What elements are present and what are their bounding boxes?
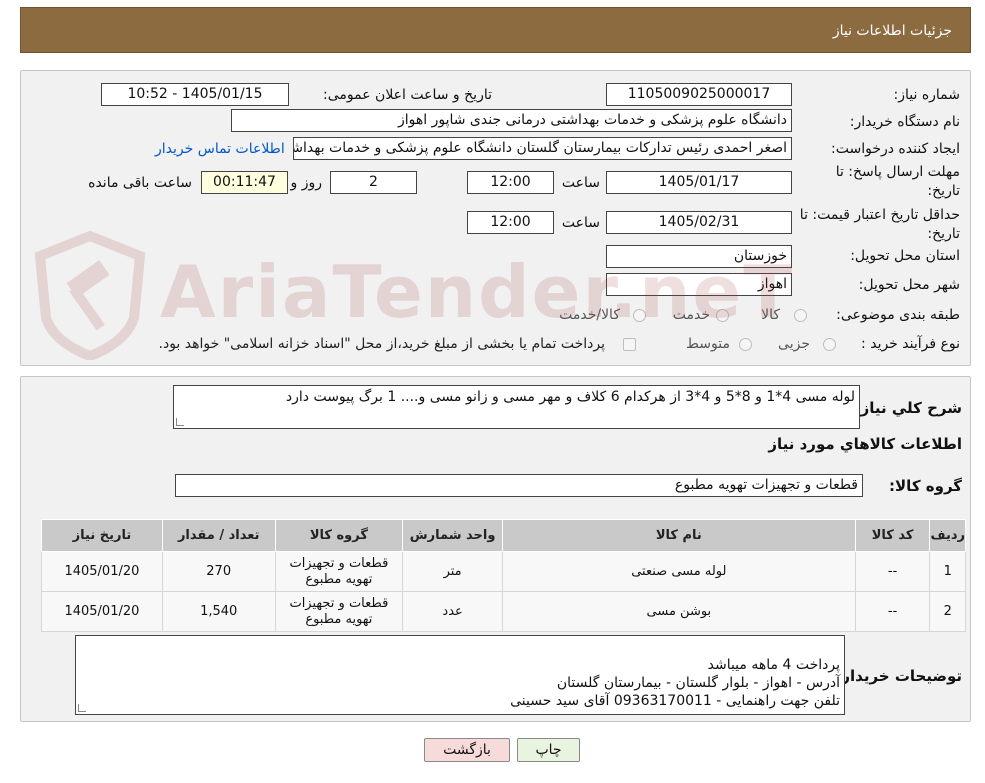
creator-label: ایجاد کننده درخواست:: [831, 141, 960, 157]
process-label: نوع فرآیند خرید :: [861, 336, 960, 352]
col-unit: واحد شمارش: [402, 519, 503, 552]
category-goods-service-radio[interactable]: [633, 309, 646, 322]
category-label: طبقه بندی موضوعی:: [836, 307, 960, 323]
goods-title: اطلاعات کالاهاي مورد نياز: [768, 435, 962, 453]
row-code: --: [854, 551, 931, 592]
buyer-org-label: نام دستگاه خریدار:: [849, 114, 960, 130]
summary-label: شرح کلي نياز:: [854, 399, 962, 417]
days-field: 2: [330, 171, 417, 194]
category-service-radio[interactable]: [716, 309, 729, 322]
validity-label: حداقل تاریخ اعتبار قیمت: تا: [799, 207, 960, 223]
goods-group-label: گروه کالا:: [889, 477, 962, 495]
deadline-label-2: تاریخ:: [927, 183, 960, 199]
deadline-label: مهلت ارسال پاسخ: تا: [835, 164, 960, 180]
need-number-field: 1105009025000017: [606, 83, 792, 106]
treasury-checkbox[interactable]: [623, 338, 636, 351]
deadline-time-field: 12:00: [467, 171, 554, 194]
deadline-date-field: 1405/01/17: [606, 171, 792, 194]
summary-text: لوله مسی 4*1 و 8*5 و 4*3 از هرکدام 6 کلا…: [285, 389, 855, 405]
back-button[interactable]: بازگشت: [424, 738, 510, 762]
resize-handle[interactable]: [176, 418, 184, 426]
page-title: جزئیات اطلاعات نیاز: [832, 23, 952, 39]
payment-note: پرداخت تمام یا بخشی از مبلغ خرید،از محل …: [158, 336, 605, 352]
remaining-time-field: 00:11:47: [201, 171, 288, 194]
days-label: روز و: [290, 175, 323, 191]
process-minor-radio[interactable]: [823, 338, 836, 351]
col-group: گروه کالا: [274, 519, 404, 552]
category-service-label: خدمت: [672, 307, 710, 323]
row-index: 1: [929, 551, 966, 592]
goods-group-field: قطعات و تجهیزات تهویه مطبوع: [175, 474, 863, 497]
remaining-label: ساعت باقی مانده: [88, 175, 192, 191]
buyer-notes-text: پرداخت 4 ماهه میباشد آدرس - اهواز - بلوا…: [510, 657, 840, 709]
row-date: 1405/01/20: [41, 551, 163, 592]
process-medium-radio[interactable]: [739, 338, 752, 351]
buyer-notes-label: توضیحات خریدار:: [835, 667, 962, 685]
need-number-label: شماره نیاز:: [893, 87, 961, 103]
buyer-org-field: دانشگاه علوم پزشکی و خدمات بهداشتی درمان…: [231, 109, 792, 132]
category-goods-radio[interactable]: [794, 309, 807, 322]
row-unit: عدد: [402, 591, 503, 632]
col-qty: تعداد / مقدار: [161, 519, 276, 552]
province-field: خوزستان: [606, 245, 792, 268]
announce-field: 1405/01/15 - 10:52: [101, 83, 289, 106]
validity-date-field: 1405/02/31: [606, 211, 792, 234]
city-field: اهواز: [606, 273, 792, 296]
category-goods-label: کالا: [761, 307, 780, 323]
goods-table: ردیف کد کالا نام کالا واحد شمارش گروه کا…: [41, 519, 966, 632]
row-qty: 270: [161, 551, 276, 592]
buyer-notes-textarea[interactable]: پرداخت 4 ماهه میباشد آدرس - اهواز - بلوا…: [75, 635, 845, 715]
city-label: شهر محل تحویل:: [858, 277, 960, 293]
row-index: 2: [929, 591, 966, 632]
table-header-row: ردیف کد کالا نام کالا واحد شمارش گروه کا…: [41, 519, 966, 552]
validity-label-2: تاریخ:: [927, 226, 960, 242]
summary-textarea[interactable]: لوله مسی 4*1 و 8*5 و 4*3 از هرکدام 6 کلا…: [173, 385, 860, 429]
deadline-time-label: ساعت: [561, 175, 600, 191]
table-row: 1 -- لوله مسی صنعتی متر قطعات و تجهیزات …: [41, 551, 966, 592]
row-name: لوله مسی صنعتی: [502, 551, 856, 592]
process-medium-label: متوسط: [686, 336, 730, 352]
row-group: قطعات و تجهیزات تهویه مطبوع: [274, 551, 404, 592]
col-date: تاریخ نیاز: [41, 519, 163, 552]
print-button[interactable]: چاپ: [517, 738, 580, 762]
category-goods-service-label: کالا/خدمت: [559, 307, 620, 323]
process-minor-label: جزیی: [778, 336, 810, 352]
validity-time-label: ساعت: [561, 215, 600, 231]
buyer-contact-link[interactable]: اطلاعات تماس خریدار: [155, 141, 285, 157]
col-name: نام کالا: [502, 519, 856, 552]
row-code: --: [854, 591, 931, 632]
validity-time-field: 12:00: [467, 211, 554, 234]
row-date: 1405/01/20: [41, 591, 163, 632]
announce-label: تاریخ و ساعت اعلان عمومی:: [323, 87, 492, 103]
col-code: کد کالا: [854, 519, 931, 552]
col-index: ردیف: [929, 519, 966, 552]
province-label: استان محل تحویل:: [850, 248, 960, 264]
creator-field: اصغر احمدی رئیس تدارکات بیمارستان گلستان…: [293, 137, 792, 160]
page-header: جزئیات اطلاعات نیاز: [20, 7, 971, 53]
row-group: قطعات و تجهیزات تهویه مطبوع: [274, 591, 404, 632]
goods-panel: شرح کلي نياز: لوله مسی 4*1 و 8*5 و 4*3 ا…: [20, 376, 971, 722]
need-details-panel: شماره نیاز: 1105009025000017 تاریخ و ساع…: [20, 70, 971, 366]
row-name: بوشن مسی: [502, 591, 856, 632]
resize-handle[interactable]: [78, 704, 86, 712]
table-row: 2 -- بوشن مسی عدد قطعات و تجهیزات تهویه …: [41, 591, 966, 632]
row-qty: 1,540: [161, 591, 276, 632]
row-unit: متر: [402, 551, 503, 592]
